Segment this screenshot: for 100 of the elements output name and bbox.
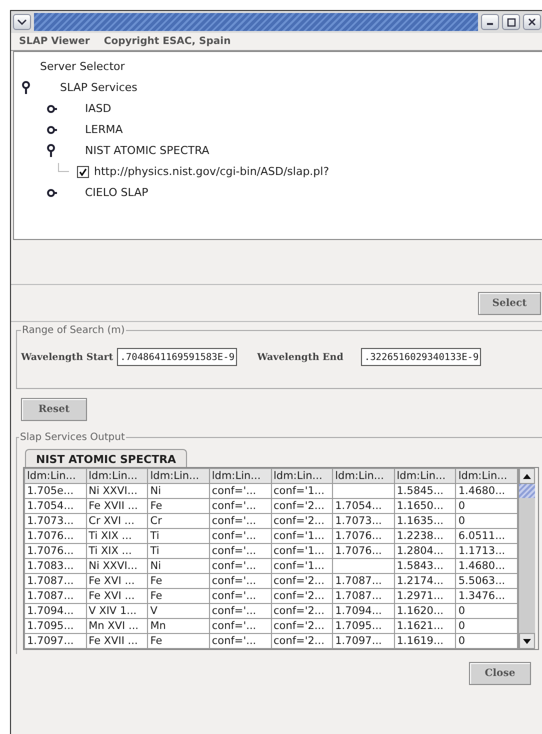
reset-button[interactable]: Reset [21, 398, 87, 421]
table-cell: conf='1... [271, 558, 333, 574]
tree-item[interactable]: CIELO SLAP [85, 186, 148, 199]
column-header[interactable]: ldm:Lin... [394, 468, 456, 484]
table-cell: conf='2... [271, 634, 333, 648]
column-header[interactable]: ldm:Lin... [332, 468, 394, 484]
table-cell: Cr XVI ... [86, 514, 148, 528]
table-cell: 1.7095... [332, 618, 394, 634]
table-cell: 1.7097... [24, 634, 86, 648]
maximize-button[interactable] [502, 14, 520, 30]
table-cell: 5.5063... [456, 574, 518, 588]
table-cell: 1.5845... [394, 484, 456, 498]
field-label: Wavelength Start [21, 352, 114, 362]
scroll-up-icon[interactable] [519, 468, 535, 484]
table-cell: conf='... [209, 618, 271, 634]
table-cell: 1.7076... [24, 544, 86, 558]
table-cell [332, 558, 394, 574]
tree-item[interactable]: LERMA [85, 123, 123, 136]
table-cell: Ni [148, 484, 210, 498]
table-cell: conf='1... [271, 484, 333, 498]
maximize-icon [506, 18, 516, 26]
close-icon [528, 18, 536, 26]
column-header[interactable]: ldm:Lin... [456, 468, 518, 484]
column-header[interactable]: ldm:Lin... [86, 468, 148, 484]
tree-item[interactable]: IASD [85, 102, 112, 115]
table-cell: Mn [148, 618, 210, 634]
close-dialog-button[interactable]: Close [469, 662, 531, 685]
menu-item[interactable]: Copyright ESAC, Spain [104, 36, 231, 47]
table-cell: 1.7083... [24, 558, 86, 574]
table-cell: 1.7054... [24, 498, 86, 514]
column-header[interactable]: ldm:Lin... [24, 468, 86, 484]
table-cell: conf='1... [271, 528, 333, 544]
table-cell: 1.3476... [456, 588, 518, 604]
scroll-thumb[interactable] [519, 484, 535, 498]
expander-handle-icon[interactable] [47, 144, 57, 158]
table-cell: conf='... [209, 514, 271, 528]
table-cell: conf='1... [271, 544, 333, 558]
minimize-button[interactable] [481, 14, 499, 30]
table-cell: 1.4680... [456, 484, 518, 498]
table-cell: conf='... [209, 528, 271, 544]
table-cell: conf='... [209, 574, 271, 588]
table-cell: conf='... [209, 484, 271, 498]
scrollbar[interactable] [518, 468, 535, 649]
input-field[interactable]: .3226516029340133E-9 [361, 348, 482, 366]
table-cell: 1.2971... [394, 588, 456, 604]
table-cell: Ti [148, 544, 210, 558]
menu-item[interactable]: SLAP Viewer [19, 36, 90, 47]
column-header[interactable]: ldm:Lin... [271, 468, 333, 484]
tree-item[interactable]: NIST ATOMIC SPECTRA [85, 144, 210, 157]
table-cell: 1.2174... [394, 574, 456, 588]
column-header[interactable]: ldm:Lin... [209, 468, 271, 484]
table-cell: conf='2... [271, 604, 333, 618]
table-cell: 1.4680... [456, 558, 518, 574]
table-cell: 1.1650... [394, 498, 456, 514]
table-cell: Fe [148, 634, 210, 648]
close-button[interactable] [523, 14, 541, 30]
table-cell: 1.2804... [394, 544, 456, 558]
table-cell: 1.7054... [332, 498, 394, 514]
window-menu-button[interactable] [13, 14, 31, 30]
expander-handle-icon[interactable] [22, 80, 32, 94]
table-cell: conf='... [209, 634, 271, 648]
scroll-down-icon[interactable] [519, 633, 535, 649]
table-cell: V [148, 604, 210, 618]
tab[interactable]: NIST ATOMIC SPECTRA [25, 449, 188, 467]
group-title: Slap Services Output [19, 432, 126, 443]
table-cell: Ni XXVI... [86, 558, 148, 574]
table-cell: 1.7097... [332, 634, 394, 648]
table-cell: 1.7076... [332, 544, 394, 558]
table-cell: 1.1621... [394, 618, 456, 634]
table-cell: 1.7076... [332, 528, 394, 544]
table-cell: 0 [456, 514, 518, 528]
table-cell: Cr [148, 514, 210, 528]
table-cell: 1.7073... [24, 514, 86, 528]
table-cell: conf='2... [271, 498, 333, 514]
table-cell: Ni [148, 558, 210, 574]
tree-item[interactable]: SLAP Services [60, 81, 138, 94]
table-cell: conf='... [209, 588, 271, 604]
table-cell: conf='... [209, 498, 271, 514]
table-cell: 1.7094... [24, 604, 86, 618]
tree-checkbox[interactable] [77, 166, 89, 178]
table-cell: 0 [456, 498, 518, 514]
table-cell: 0 [456, 604, 518, 618]
table-cell: conf='2... [271, 618, 333, 634]
table-cell: Ni XXVI... [86, 484, 148, 498]
table-cell: 0 [456, 618, 518, 634]
input-field[interactable]: .7048641169591583E-9 [117, 348, 238, 366]
table-cell: Fe [148, 588, 210, 604]
table-cell: Ti XIX ... [86, 528, 148, 544]
table-cell: 1.7076... [24, 528, 86, 544]
table-cell: Fe XVI ... [86, 574, 148, 588]
table-cell: conf='... [209, 544, 271, 558]
tree-root-label: Server Selector [40, 60, 125, 73]
table-cell: 1.7087... [24, 588, 86, 604]
field-label: Wavelength End [257, 352, 344, 362]
table-cell: V XIV 1... [86, 604, 148, 618]
tree-item[interactable]: http://physics.nist.gov/cgi-bin/ASD/slap.pl? [94, 165, 330, 178]
column-header[interactable]: ldm:Lin... [148, 468, 210, 484]
select-button[interactable]: Select [478, 292, 541, 314]
table-cell: 1.7087... [332, 574, 394, 588]
table-cell: conf='2... [271, 514, 333, 528]
